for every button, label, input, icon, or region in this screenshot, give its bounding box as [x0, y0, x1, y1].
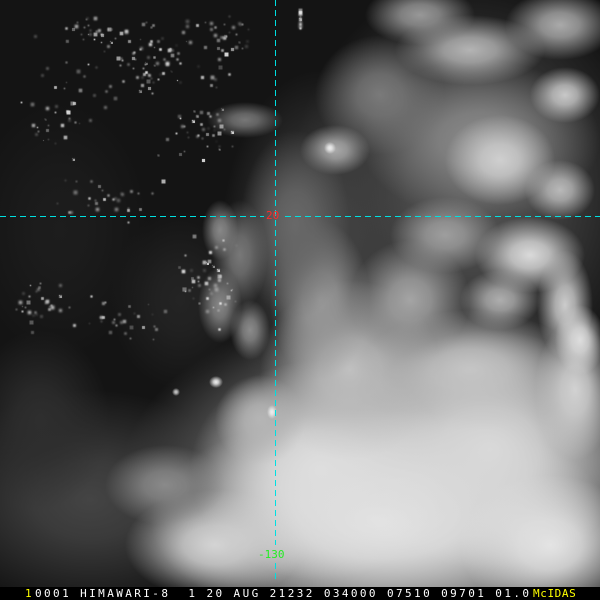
header-field: 1 — [188, 587, 198, 600]
header-field: 01.0 — [495, 587, 532, 600]
satellite-name: HIMAWARI-8 — [80, 587, 171, 600]
header-day: 20 — [206, 587, 225, 600]
header-field: 21232 — [269, 587, 315, 600]
frame-number: 1 — [25, 587, 32, 600]
header-field: 09701 — [441, 587, 487, 600]
longitude-label: -130 — [258, 548, 285, 561]
status-bar: 1 0001 HIMAWARI-8 1 20 AUG 21232 034000 … — [0, 587, 600, 600]
lat-lon-grid — [0, 0, 600, 583]
latitude-label: 20 — [266, 209, 280, 222]
header-field: 0001 — [35, 587, 72, 600]
satellite-imagery: 20 -130 — [0, 0, 600, 587]
header-month: AUG — [233, 587, 261, 600]
header-field: 07510 — [386, 587, 433, 600]
mcidas-brand-label: McIDAS — [533, 587, 577, 600]
header-time: 034000 — [323, 587, 378, 600]
image-header: 0001 HIMAWARI-8 1 20 AUG 21232 034000 07… — [35, 587, 531, 600]
